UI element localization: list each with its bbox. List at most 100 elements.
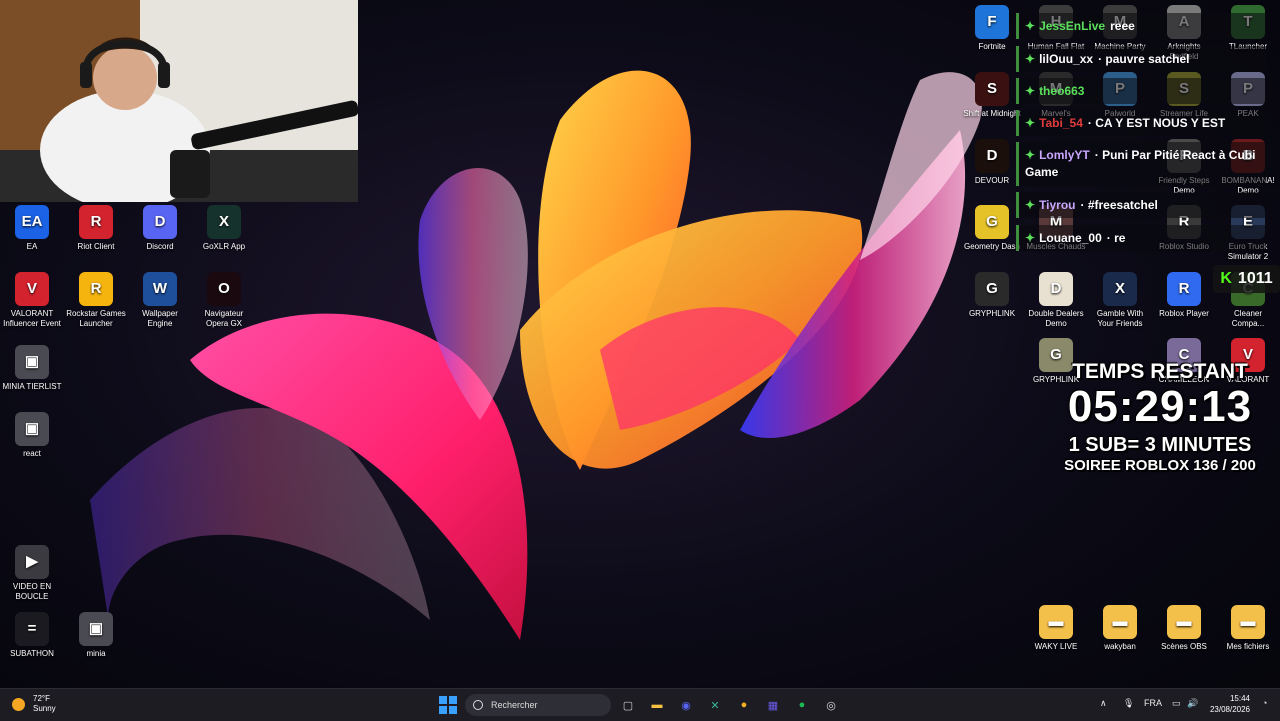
desktop-icon-label: Scènes OBS bbox=[1161, 642, 1207, 651]
desktop-icon-devour[interactable]: D DEVOUR bbox=[961, 139, 1023, 186]
desktop-icon-label: Cleaner Compa... bbox=[1231, 309, 1265, 328]
clock[interactable]: 15:44 23/08/2026 bbox=[1206, 693, 1250, 715]
chat-message: ✦ LomlyYT · Puni Par Pitié React à Cubi Ga… bbox=[1016, 142, 1266, 186]
rockstar-icon: R bbox=[79, 272, 113, 306]
desktop-icon-video-en-boucle[interactable]: ▶ VIDEO EN BOUCLE bbox=[1, 545, 63, 602]
sparkle-icon: ✦ bbox=[1025, 198, 1036, 212]
desktop-icon-label: minia bbox=[86, 649, 106, 658]
gryphlink-icon: G bbox=[975, 272, 1009, 306]
start-button[interactable] bbox=[439, 696, 457, 714]
desktop-icon-goxlr[interactable]: X GoXLR App bbox=[193, 205, 255, 252]
taskbar-app-grid-icon[interactable]: ▦ bbox=[763, 695, 783, 715]
windows-logo-icon bbox=[439, 696, 447, 704]
opera-gx-icon: O bbox=[207, 272, 241, 306]
desktop-icon-scenes-obs[interactable]: ▬ Scènes OBS bbox=[1153, 605, 1215, 652]
clock-date: 23/08/2026 bbox=[1209, 705, 1250, 714]
taskbar-task-view-icon[interactable]: ▢ bbox=[618, 695, 638, 715]
chat-message: ✦ lilOuu_xx · pauvre satchel bbox=[1016, 46, 1266, 72]
desktop-icon-gryphlink[interactable]: G GRYPHLINK bbox=[961, 272, 1023, 319]
desktop-icon-geometry-dash[interactable]: G Geometry Dash bbox=[961, 205, 1023, 252]
desktop-icon-label: Roblox Player bbox=[1159, 309, 1209, 318]
timer-countdown: 05:29:13 bbox=[1067, 382, 1253, 431]
chevron-up-icon[interactable]: ∧ bbox=[1100, 698, 1107, 709]
desktop-icon-label: react bbox=[23, 449, 41, 458]
chat-username: Tabi_54 bbox=[1039, 116, 1083, 130]
ea-icon: EA bbox=[15, 205, 49, 239]
desktop-icon-label: GRYPHLINK bbox=[968, 309, 1016, 318]
chat-message: ✦ theo663 bbox=[1016, 78, 1266, 104]
wallpaper-engine-icon: W bbox=[143, 272, 177, 306]
chat-text: · CA Y EST NOUS Y EST bbox=[1087, 116, 1226, 130]
react-icon: ▣ bbox=[15, 412, 49, 446]
kick-badge-icon: K bbox=[1220, 270, 1232, 287]
wakyban-icon: ▬ bbox=[1103, 605, 1137, 639]
chat-username: LomlyYT bbox=[1039, 148, 1090, 162]
desktop-icon-label: VALORANT Influencer Event bbox=[3, 309, 61, 328]
chat-text: reee bbox=[1110, 19, 1135, 33]
shift-at-midnight-icon: S bbox=[975, 72, 1009, 106]
sparkle-icon: ✦ bbox=[1025, 116, 1036, 130]
desktop-icon-roblox-player[interactable]: R Roblox Player bbox=[1153, 272, 1215, 319]
desktop-icon-valorant-influencer[interactable]: V VALORANT Influencer Event bbox=[1, 272, 63, 329]
notifications-icon[interactable]: ◔ bbox=[1262, 698, 1267, 708]
goxlr-icon: X bbox=[207, 205, 241, 239]
sub-counter-value: 1011 bbox=[1237, 270, 1273, 287]
chat-text: · re bbox=[1106, 231, 1126, 245]
taskbar-obs-icon[interactable]: ◎ bbox=[821, 695, 841, 715]
desktop-icon-minia[interactable]: ▣ minia bbox=[65, 612, 127, 659]
geometry-dash-icon: G bbox=[975, 205, 1009, 239]
desktop-icon-subathon[interactable]: = SUBATHON bbox=[1, 612, 63, 659]
sparkle-icon: ✦ bbox=[1025, 148, 1036, 162]
double-dealers-icon: D bbox=[1039, 272, 1073, 306]
sparkle-icon: ✦ bbox=[1025, 52, 1036, 66]
desktop-icon-label: Rockstar Games Launcher bbox=[66, 309, 126, 328]
mes-fichiers-icon: ▬ bbox=[1231, 605, 1265, 639]
desktop-icon-react[interactable]: ▣ react bbox=[1, 412, 63, 459]
desktop-icon-wallpaper-engine[interactable]: W Wallpaper Engine bbox=[129, 272, 191, 329]
taskbar-discord-icon[interactable]: ◉ bbox=[676, 695, 696, 715]
search-box[interactable]: Rechercher bbox=[465, 694, 611, 716]
weather-condition: Sunny bbox=[33, 704, 56, 713]
chat-message: ✦ Tiyrou · #freesatchel bbox=[1016, 192, 1266, 218]
desktop-icon-fortnite[interactable]: F Fortnite bbox=[961, 5, 1023, 52]
subathon-icon: = bbox=[15, 612, 49, 646]
desktop-icon-riot-client[interactable]: R Riot Client bbox=[65, 205, 127, 252]
desktop-icon-label: Mes fichiers bbox=[1226, 642, 1270, 651]
roblox-player-icon: R bbox=[1167, 272, 1201, 306]
desktop-icon-label: GoXLR App bbox=[202, 242, 246, 251]
desktop-icon-shift-at-midnight[interactable]: S Shift at Midnight bbox=[961, 72, 1023, 119]
volume-icon[interactable]: 🔊 bbox=[1187, 698, 1198, 709]
desktop-icon-gamble-with-friends[interactable]: X Gamble With Your Friends bbox=[1089, 272, 1151, 329]
desktop-icon-double-dealers[interactable]: D Double Dealers Demo bbox=[1025, 272, 1087, 329]
desktop-icon-discord[interactable]: D Discord bbox=[129, 205, 191, 252]
desktop-icon-label: Navigateur Opera GX bbox=[204, 309, 244, 328]
timer-rule: 1 SUB= 3 MINUTES bbox=[1068, 434, 1252, 456]
desktop-icon-wakyban[interactable]: ▬ wakyban bbox=[1089, 605, 1151, 652]
desktop-icon-mes-fichiers[interactable]: ▬ Mes fichiers bbox=[1217, 605, 1279, 652]
chat-username: JessEnLive bbox=[1039, 19, 1106, 33]
clock-time: 15:44 bbox=[1229, 694, 1250, 703]
taskbar-goxlr-icon[interactable]: ✕ bbox=[705, 695, 725, 715]
taskbar-chrome-icon[interactable]: ● bbox=[734, 695, 754, 715]
desktop-icon-opera-gx[interactable]: O Navigateur Opera GX bbox=[193, 272, 255, 329]
desktop-icon-label: SUBATHON bbox=[10, 649, 54, 658]
desktop-icon-label: DEVOUR bbox=[974, 176, 1010, 185]
desktop-icon-ea[interactable]: EA EA bbox=[1, 205, 63, 252]
weather-widget[interactable]: 72°F Sunny bbox=[12, 694, 56, 714]
video-en-boucle-icon: ▶ bbox=[15, 545, 49, 579]
language-indicator[interactable]: FRA bbox=[1144, 698, 1162, 708]
valorant-influencer-icon: V bbox=[15, 272, 49, 306]
desktop-icon-minia-tierlist[interactable]: ▣ MINIA TIERLIST bbox=[1, 345, 63, 392]
desktop-icon-label: WAKY LIVE bbox=[1034, 642, 1078, 651]
network-icon[interactable]: ▭ bbox=[1172, 698, 1181, 709]
microphone-icon[interactable]: 🎙 bbox=[1123, 698, 1134, 709]
taskbar-spotify-icon[interactable]: ● bbox=[792, 695, 812, 715]
search-placeholder: Rechercher bbox=[491, 700, 538, 710]
timer-title: TEMPS RESTANT bbox=[1072, 360, 1248, 383]
desktop-icon-rockstar[interactable]: R Rockstar Games Launcher bbox=[65, 272, 127, 329]
search-icon bbox=[473, 700, 483, 710]
scenes-obs-icon: ▬ bbox=[1167, 605, 1201, 639]
taskbar-file-explorer-icon[interactable]: ▬ bbox=[647, 695, 667, 715]
desktop-icon-label: Double Dealers Demo bbox=[1028, 309, 1084, 328]
desktop-icon-waky-live[interactable]: ▬ WAKY LIVE bbox=[1025, 605, 1087, 652]
